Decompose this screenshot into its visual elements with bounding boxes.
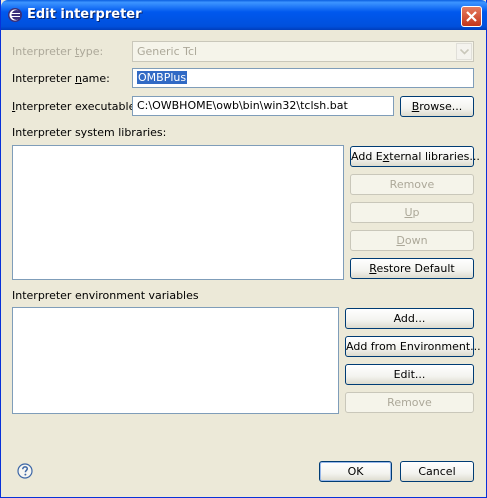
remove-library-button[interactable]: Remove bbox=[350, 174, 474, 195]
restore-default-button[interactable]: Restore Default bbox=[350, 258, 474, 279]
close-button[interactable] bbox=[461, 6, 482, 27]
interpreter-name-label: Interpreter name: bbox=[12, 72, 110, 85]
interpreter-type-combo[interactable]: Generic Tcl bbox=[132, 41, 474, 62]
interpreter-executable-value: C:\OWBHOME\owb\bin\win32\tclsh.bat bbox=[137, 99, 348, 112]
edit-interpreter-dialog: Edit interpreter Interpreter type: Gener… bbox=[0, 0, 487, 498]
environment-variables-label: Interpreter environment variables bbox=[12, 289, 199, 302]
ok-button[interactable]: OK bbox=[319, 461, 392, 482]
add-external-libraries-button[interactable]: Add External libraries... bbox=[350, 146, 480, 167]
title-bar[interactable]: Edit interpreter bbox=[1, 0, 487, 30]
cancel-button[interactable]: Cancel bbox=[400, 461, 474, 482]
interpreter-name-input[interactable]: OMBPlus bbox=[132, 68, 474, 88]
close-icon bbox=[466, 11, 477, 22]
browse-button[interactable]: Browse... bbox=[400, 96, 474, 117]
help-icon[interactable] bbox=[17, 463, 33, 479]
combo-dropdown-button[interactable] bbox=[456, 43, 472, 60]
add-from-environment-button[interactable]: Add from Environment... bbox=[345, 336, 481, 357]
edit-variable-button[interactable]: Edit... bbox=[345, 364, 474, 385]
environment-variables-list[interactable] bbox=[12, 307, 339, 414]
remove-variable-button[interactable]: Remove bbox=[345, 392, 474, 413]
system-libraries-list[interactable] bbox=[12, 145, 344, 280]
interpreter-type-label: Interpreter type: bbox=[12, 45, 104, 58]
window-title: Edit interpreter bbox=[27, 7, 142, 22]
eclipse-icon bbox=[7, 7, 23, 23]
move-down-button[interactable]: Down bbox=[350, 230, 474, 251]
interpreter-name-value: OMBPlus bbox=[137, 71, 188, 84]
chevron-down-icon bbox=[460, 49, 469, 55]
interpreter-executable-label: Interpreter executable: bbox=[12, 100, 140, 113]
move-up-button[interactable]: Up bbox=[350, 202, 474, 223]
system-libraries-label: Interpreter system libraries: bbox=[12, 126, 167, 139]
interpreter-type-value: Generic Tcl bbox=[137, 45, 198, 58]
interpreter-executable-input[interactable]: C:\OWBHOME\owb\bin\win32\tclsh.bat bbox=[132, 96, 394, 116]
add-variable-button[interactable]: Add... bbox=[345, 308, 474, 329]
